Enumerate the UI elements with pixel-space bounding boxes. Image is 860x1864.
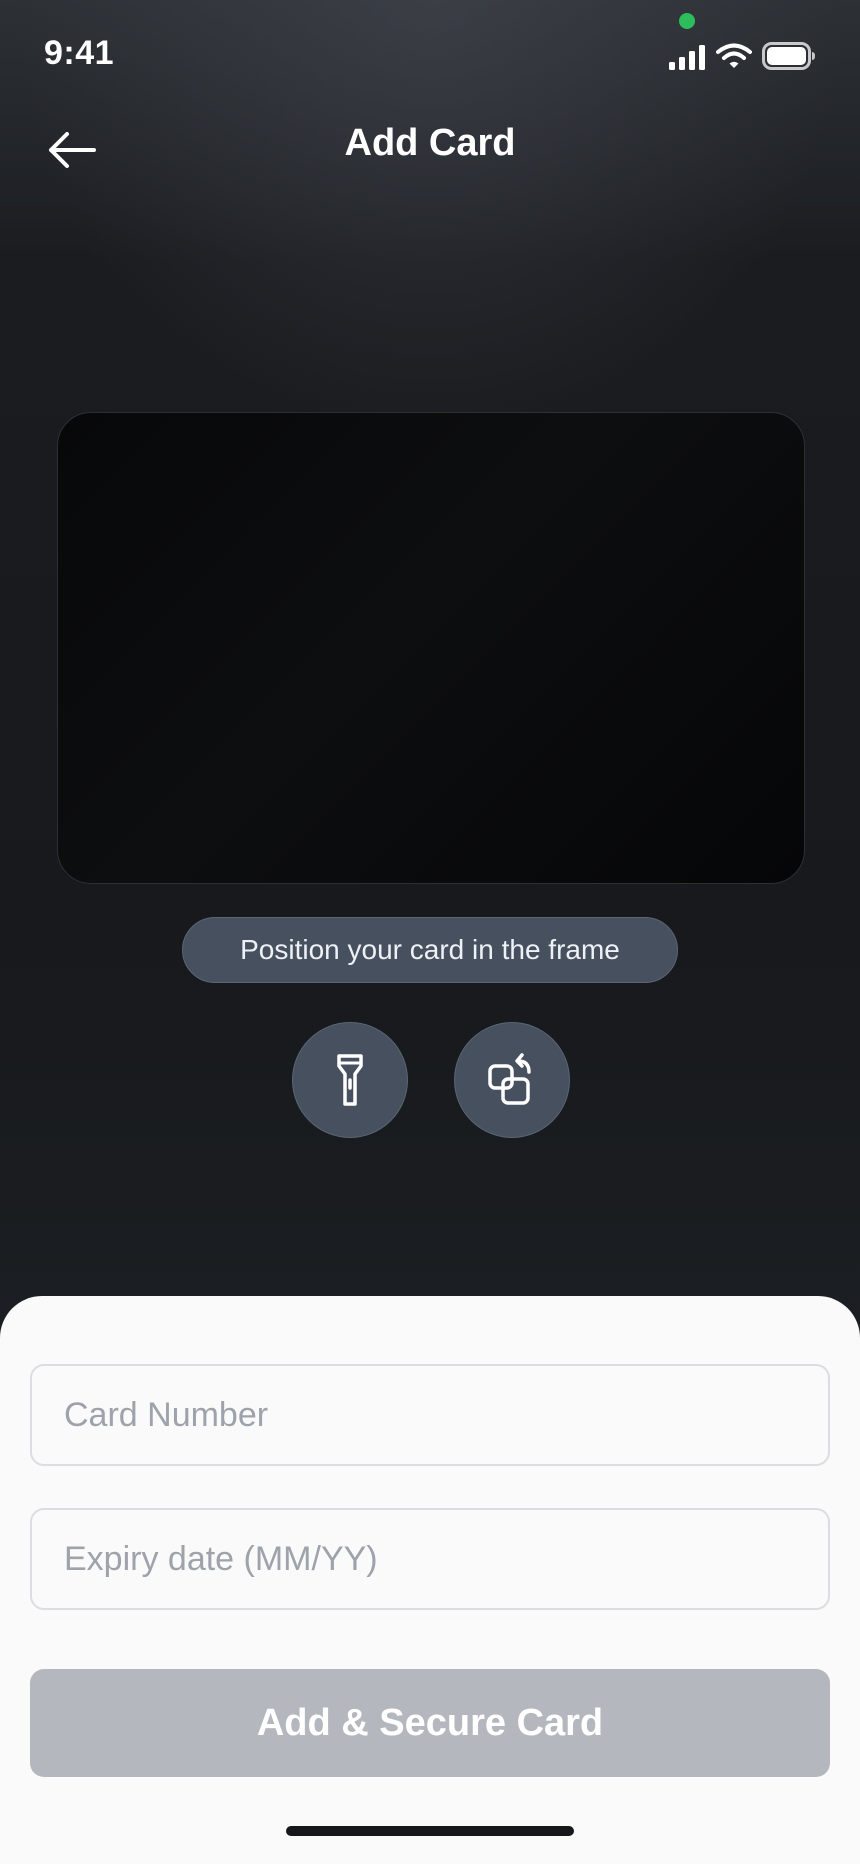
scan-hint-pill: Position your card in the frame bbox=[182, 917, 678, 983]
flashlight-button[interactable] bbox=[292, 1022, 408, 1138]
card-details-sheet: Add & Secure Card bbox=[0, 1296, 860, 1864]
card-scan-frame bbox=[57, 412, 805, 884]
status-bar: 9:41 bbox=[0, 0, 860, 110]
switch-camera-icon bbox=[488, 1053, 531, 1105]
flashlight-icon bbox=[337, 1054, 363, 1106]
add-card-screen: 9:41 Add Card Position your card in the … bbox=[0, 0, 860, 1864]
status-time: 9:41 bbox=[44, 34, 115, 72]
expiry-date-input[interactable] bbox=[30, 1508, 830, 1610]
flip-camera-button[interactable] bbox=[454, 1022, 570, 1138]
card-number-input[interactable] bbox=[30, 1364, 830, 1466]
cellular-signal-icon bbox=[669, 45, 705, 70]
home-indicator bbox=[286, 1826, 574, 1836]
privacy-indicator-dot bbox=[679, 13, 695, 29]
add-secure-card-button[interactable]: Add & Secure Card bbox=[30, 1669, 830, 1777]
back-button[interactable] bbox=[36, 118, 108, 182]
wifi-icon bbox=[716, 43, 752, 68]
arrow-left-icon bbox=[49, 132, 96, 168]
battery-icon bbox=[762, 42, 815, 70]
page-title: Add Card bbox=[344, 122, 516, 164]
